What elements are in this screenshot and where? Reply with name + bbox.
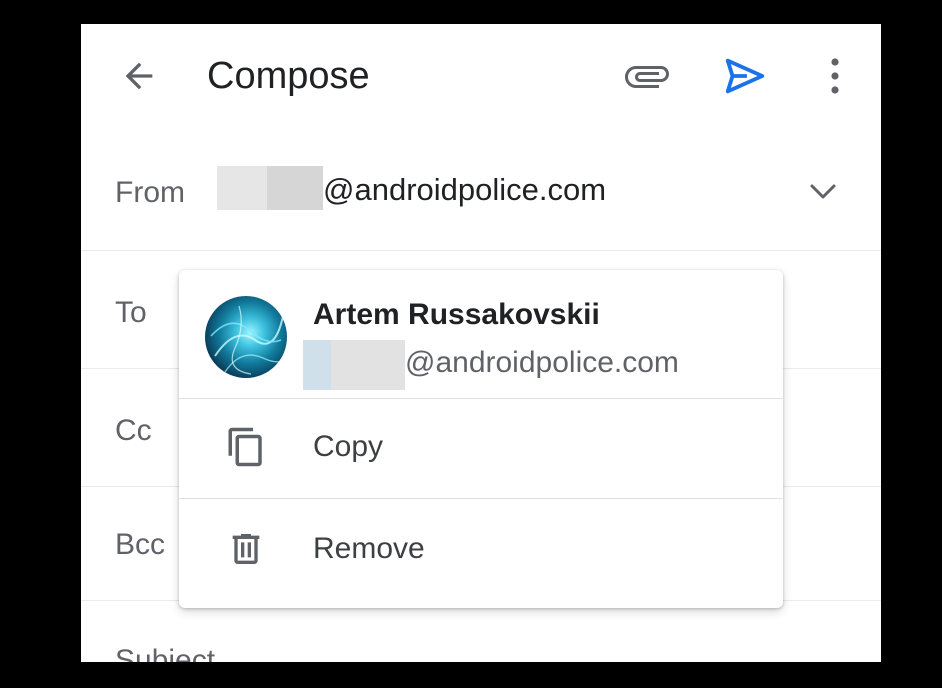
more-options-button[interactable]: [817, 52, 853, 100]
avatar-image: [210, 305, 286, 375]
remove-label: Remove: [313, 532, 425, 565]
redacted-username: [331, 340, 405, 390]
subject-label: Subject: [115, 644, 216, 662]
arrow-back-icon: [125, 62, 153, 90]
app-bar: Compose: [81, 24, 881, 128]
paperclip-icon: [625, 66, 669, 88]
contact-name: Artem Russakovskii: [313, 298, 600, 331]
attach-button[interactable]: [619, 54, 675, 98]
send-icon: [725, 58, 765, 94]
cc-label: Cc: [115, 414, 152, 447]
from-email: @androidpolice.com: [323, 172, 607, 207]
send-button[interactable]: [719, 52, 771, 100]
chevron-down-icon: [810, 184, 836, 199]
trash-icon: [223, 526, 269, 572]
from-dropdown-button[interactable]: [805, 180, 841, 204]
compose-screen: Compose From @androidpolice.com To Cc Bc…: [81, 24, 881, 662]
contact-email: @androidpolice.com: [405, 346, 679, 379]
redacted-username: [303, 340, 331, 390]
subject-field[interactable]: Subject: [81, 600, 881, 662]
avatar: [205, 296, 287, 378]
menu-item-remove[interactable]: Remove: [179, 500, 783, 600]
redacted-username: [217, 166, 267, 210]
copy-label: Copy: [313, 430, 384, 463]
recipient-popup-menu: Artem Russakovskii @androidpolice.com Co…: [179, 270, 783, 608]
copy-icon: [223, 424, 269, 470]
back-button[interactable]: [117, 54, 161, 98]
contact-card: Artem Russakovskii @androidpolice.com: [179, 270, 783, 399]
redacted-username: [267, 166, 323, 210]
from-label: From: [115, 176, 185, 209]
page-title: Compose: [207, 55, 370, 97]
bcc-label: Bcc: [115, 528, 166, 561]
from-field[interactable]: From @androidpolice.com: [81, 136, 881, 251]
menu-item-copy[interactable]: Copy: [179, 398, 783, 499]
to-label: To: [115, 296, 147, 329]
more-vert-icon: [831, 58, 839, 94]
